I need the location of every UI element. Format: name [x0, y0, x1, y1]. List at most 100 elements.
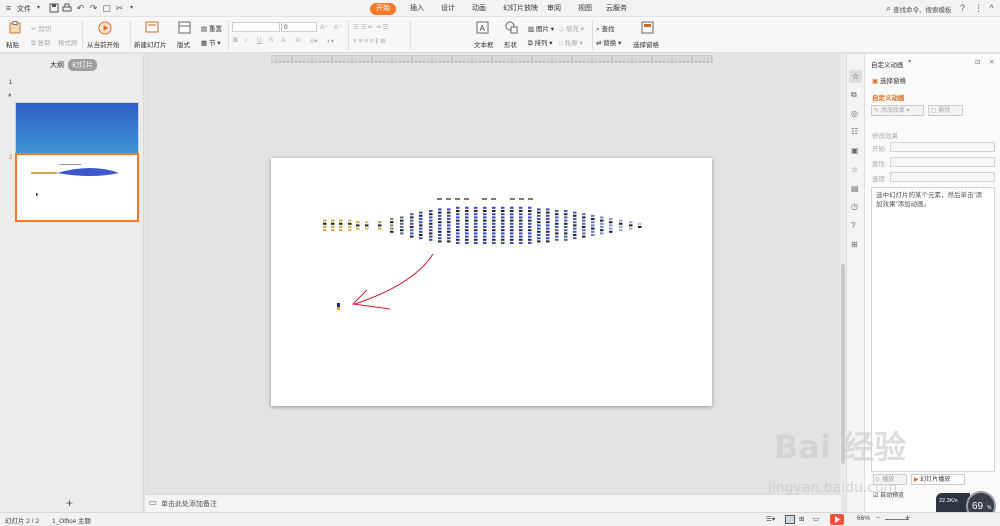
- start-select[interactable]: [890, 142, 995, 152]
- add-effect-button[interactable]: ✎ 添加效果 ▾: [871, 105, 924, 116]
- slide-transition-icon[interactable]: ⧉: [851, 90, 857, 100]
- zoom-in-icon[interactable]: +: [905, 513, 910, 523]
- auto-preview-toggle[interactable]: ☑ 自动预览: [873, 490, 904, 499]
- delete-button[interactable]: ▢ 删除: [928, 105, 963, 116]
- align-icons[interactable]: ≡ ≡ ≡ ≡ ⫼ ⊞: [353, 37, 386, 46]
- chevron-down-icon[interactable]: ▾: [126, 3, 137, 14]
- notes-placeholder[interactable]: 单击此处添加备注: [161, 499, 217, 509]
- help-icon[interactable]: ?: [957, 3, 968, 14]
- close-icon[interactable]: ✕: [989, 58, 994, 66]
- slide-thumbnail-2[interactable]: [15, 153, 139, 222]
- chevron-down-icon[interactable]: ▾: [33, 3, 44, 14]
- pin-icon[interactable]: ⊡: [975, 58, 980, 66]
- menu-icon[interactable]: ≡: [3, 3, 14, 14]
- tab-home[interactable]: 开始: [370, 3, 396, 15]
- copy-format-icon[interactable]: ▢: [101, 3, 112, 14]
- font-name-combo[interactable]: [232, 22, 280, 32]
- command-search[interactable]: 查找命令、搜索模板: [893, 4, 952, 14]
- shapes-icon[interactable]: ◎: [851, 109, 858, 118]
- arrange-button[interactable]: ⧉ 排列 ▾: [528, 37, 553, 48]
- shape-button[interactable]: 形状: [504, 39, 517, 49]
- collapse-icon[interactable]: ^: [986, 3, 997, 14]
- zoom-level[interactable]: 66%: [857, 515, 870, 522]
- tab-design[interactable]: 设计: [441, 3, 455, 15]
- notes-toggle-icon[interactable]: ☰▾: [766, 515, 775, 523]
- star-icon[interactable]: ☆: [851, 165, 858, 174]
- outline-button[interactable]: □ 轮廓 ▾: [559, 37, 583, 47]
- highlight-icon[interactable]: ◐▾: [327, 37, 334, 45]
- history-icon[interactable]: ◷: [851, 202, 858, 211]
- paste-icon[interactable]: [8, 21, 22, 34]
- redo-icon[interactable]: ↷: [88, 3, 99, 14]
- more-icon[interactable]: ⋮: [973, 3, 984, 14]
- superscript-icon[interactable]: X²: [295, 37, 302, 44]
- tab-insert[interactable]: 插入: [410, 3, 424, 15]
- tab-outline[interactable]: 大纲: [50, 60, 64, 70]
- file-menu[interactable]: 文件: [17, 4, 31, 14]
- copy-button[interactable]: ⧉ 复制: [31, 37, 50, 48]
- tab-review[interactable]: 审阅: [547, 3, 561, 15]
- fill-button[interactable]: ◇ 填充 ▾: [559, 23, 584, 33]
- speed-select[interactable]: [890, 172, 995, 182]
- custom-animation-icon[interactable]: ☆: [849, 70, 862, 83]
- property-select[interactable]: [890, 157, 995, 167]
- textbox-icon[interactable]: A: [476, 21, 489, 34]
- normal-view-icon[interactable]: [785, 515, 795, 524]
- animation-list[interactable]: 选中幻灯片的某个元素，然后单击“添加效果”添加动画。: [871, 187, 995, 472]
- tab-animation[interactable]: 动画: [472, 3, 486, 15]
- play-button[interactable]: ▷ 播放: [873, 474, 907, 485]
- chevron-down-icon[interactable]: ▾: [908, 58, 911, 65]
- shape-icon[interactable]: [505, 21, 518, 34]
- textbox-button[interactable]: 文本框: [474, 39, 494, 49]
- more-icon[interactable]: ⊞: [851, 240, 858, 249]
- bold-icon[interactable]: B: [233, 37, 238, 44]
- shadow-icon[interactable]: S: [269, 37, 273, 44]
- tab-slideshow[interactable]: 幻灯片放映: [503, 3, 538, 15]
- save-icon[interactable]: [49, 3, 60, 14]
- slideshow-play-button[interactable]: [830, 514, 844, 525]
- play-from-current-icon[interactable]: [98, 21, 112, 35]
- reading-view-icon[interactable]: ▭: [813, 515, 819, 523]
- format-icon[interactable]: ▣: [851, 146, 859, 155]
- add-slide-icon[interactable]: +: [66, 496, 73, 510]
- slide-canvas[interactable]: [271, 158, 712, 406]
- selection-pane-button[interactable]: 选择窗格: [633, 39, 659, 49]
- paste-button[interactable]: 粘贴: [6, 39, 19, 49]
- from-current-button[interactable]: 从当前开始: [87, 39, 120, 49]
- undo-icon[interactable]: ↶: [75, 3, 86, 14]
- picture-button[interactable]: ▨ 图片 ▾: [528, 23, 554, 33]
- grow-font-icon[interactable]: A⁺: [320, 23, 328, 31]
- italic-icon[interactable]: I: [245, 37, 247, 44]
- strikethrough-icon[interactable]: A: [281, 37, 285, 44]
- selection-pane-link[interactable]: ▣ 选择窗格: [872, 75, 906, 85]
- scissors-icon[interactable]: ✂: [114, 3, 125, 14]
- properties-icon[interactable]: ☷: [851, 127, 858, 136]
- replace-button[interactable]: ⇄ 替换 ▾: [596, 37, 621, 47]
- bullets-icon[interactable]: ☰ ☰ ⇤ ⇥ ☰: [353, 23, 389, 31]
- small-figure[interactable]: [337, 303, 340, 307]
- font-size-combo[interactable]: 0: [281, 22, 317, 32]
- new-slide-button[interactable]: 新建幻灯片: [134, 39, 167, 49]
- find-button[interactable]: ⌕ 查找: [596, 23, 614, 34]
- slideshow-button[interactable]: ▶ 幻灯片播放: [911, 474, 965, 485]
- tab-slides[interactable]: 幻灯片: [68, 59, 97, 71]
- section-button[interactable]: ▦ 节 ▾: [201, 37, 221, 47]
- zoom-out-icon[interactable]: −: [876, 515, 880, 522]
- shrink-font-icon[interactable]: A⁻: [334, 23, 342, 31]
- selection-pane-icon[interactable]: [641, 21, 654, 34]
- layout-icon[interactable]: [178, 21, 191, 34]
- layout-button[interactable]: 版式: [177, 39, 190, 49]
- font-color-icon[interactable]: A▾: [310, 37, 318, 45]
- new-slide-icon[interactable]: [145, 21, 159, 34]
- print-icon[interactable]: [62, 3, 73, 14]
- tab-cloud[interactable]: 云服务: [606, 3, 627, 15]
- tab-view[interactable]: 视图: [578, 3, 592, 15]
- underline-icon[interactable]: U: [257, 37, 262, 44]
- notes-bar[interactable]: ▭ 单击此处添加备注: [145, 494, 841, 512]
- reset-button[interactable]: ▤ 重置: [201, 23, 222, 33]
- slide-sorter-icon[interactable]: ⊞: [799, 515, 804, 523]
- scrollbar-thumb[interactable]: [841, 264, 845, 464]
- help-icon[interactable]: ?: [851, 221, 855, 230]
- format-painter-button[interactable]: 格式刷: [58, 37, 78, 47]
- cut-button[interactable]: ✂ 剪切: [31, 23, 51, 33]
